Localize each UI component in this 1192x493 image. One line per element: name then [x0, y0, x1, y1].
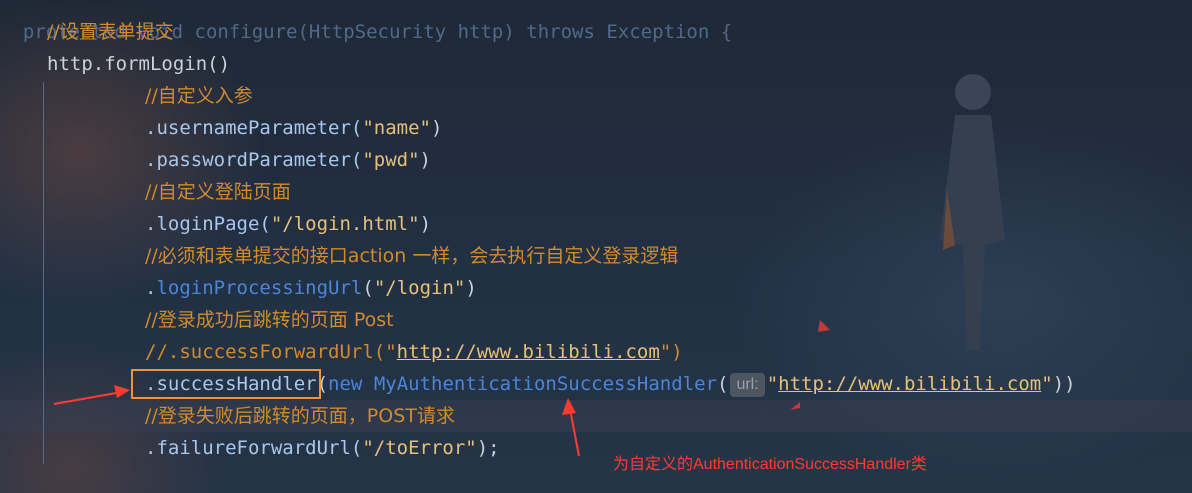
- annotation-text: 为自定义的AuthenticationSuccessHandler类: [613, 456, 927, 473]
- left-arrow: [53, 385, 130, 405]
- up-arrow: [562, 398, 580, 457]
- annotation-arrows: [53, 320, 830, 457]
- red-bird-shape: [790, 320, 830, 410]
